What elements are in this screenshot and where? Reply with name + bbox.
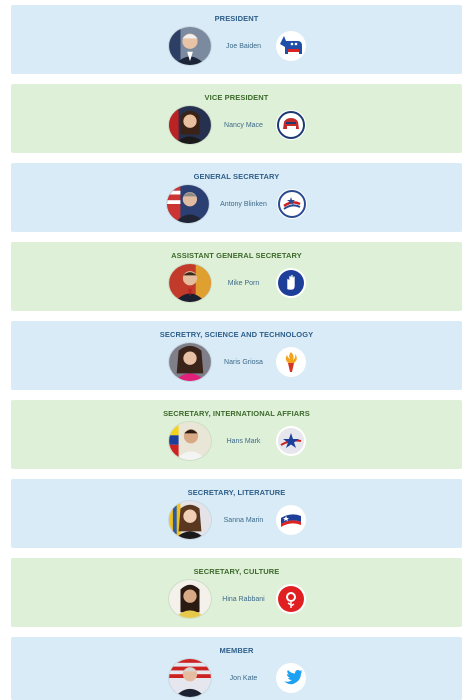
member-name: Sanna Marin xyxy=(223,516,264,524)
star-swoosh-icon xyxy=(276,189,307,219)
member-name: Jon Kate xyxy=(229,674,258,682)
member-name: Joe Baiden xyxy=(225,42,262,50)
role-title: PRESIDENT xyxy=(214,14,259,23)
avatar xyxy=(167,421,212,461)
rose-icon xyxy=(275,584,306,614)
member-name: Naris Griosa xyxy=(224,358,263,366)
avatar xyxy=(166,184,211,224)
avatar xyxy=(167,263,212,303)
member-list: PRESIDENT Joe Baiden VICE PRESIDENT Nanc… xyxy=(0,0,462,700)
star-icon xyxy=(275,426,306,456)
member-name: Hans Mark xyxy=(226,437,261,445)
role-title: SECRETRY, SCIENCE AND TECHNOLOGY xyxy=(159,330,314,339)
role-title: VICE PRESIDENT xyxy=(204,93,269,102)
member-card-secretary-international-affairs: SECRETARY, INTERNATIONAL AFFIARS Hans Ma… xyxy=(11,400,462,469)
member-name: Nancy Mace xyxy=(224,121,263,129)
avatar xyxy=(167,658,212,698)
avatar xyxy=(167,26,212,66)
role-title: SECRETARY, CULTURE xyxy=(193,567,280,576)
member-card-president: PRESIDENT Joe Baiden xyxy=(11,5,462,74)
flag-wave-icon xyxy=(275,505,306,535)
elephant-icon xyxy=(275,110,306,140)
avatar xyxy=(167,500,212,540)
member-card-vice-president: VICE PRESIDENT Nancy Mace xyxy=(11,84,462,153)
twitter-bird-icon xyxy=(275,663,306,693)
torch-icon xyxy=(275,347,306,377)
member-name: Hina Rabbani xyxy=(222,595,265,603)
member-card-assistant-general-secretary: ASSISTANT GENERAL SECRETARY Mike Porn xyxy=(11,242,462,311)
member-card-general-secretary: GENERAL SECRETARY Antony Blinken xyxy=(11,163,462,232)
member-name: Mike Porn xyxy=(227,279,260,287)
member-card-secretary-literature: SECRETARY, LITERATURE Sanna Marin xyxy=(11,479,462,548)
avatar xyxy=(167,579,212,619)
role-title: SECRETARY, INTERNATIONAL AFFIARS xyxy=(163,409,310,418)
role-title: MEMBER xyxy=(219,646,254,655)
hand-icon xyxy=(275,268,306,298)
member-card-secretary-culture: SECRETARY, CULTURE Hina Rabbani xyxy=(11,558,462,627)
donkey-icon xyxy=(275,31,306,61)
avatar xyxy=(167,105,212,145)
member-name: Antony Blinken xyxy=(220,200,267,208)
role-title: SECRETARY, LITERATURE xyxy=(187,488,286,497)
member-card-secretary-science-technology: SECRETRY, SCIENCE AND TECHNOLOGY Naris G… xyxy=(11,321,462,390)
avatar xyxy=(167,342,212,382)
role-title: ASSISTANT GENERAL SECRETARY xyxy=(171,251,302,260)
member-card-member: MEMBER Jon Kate xyxy=(11,637,462,700)
role-title: GENERAL SECRETARY xyxy=(193,172,280,181)
